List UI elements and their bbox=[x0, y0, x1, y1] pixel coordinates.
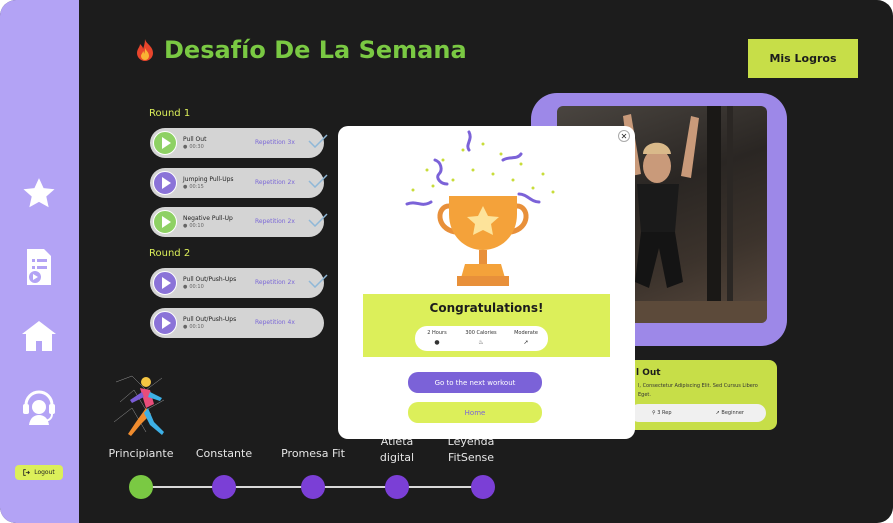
page-title-text: Desafío De La Semana bbox=[164, 36, 467, 64]
check-icon bbox=[308, 134, 328, 148]
next-workout-button[interactable]: Go to the next workout bbox=[408, 372, 542, 393]
stat-duration: 2 Hours ● bbox=[417, 330, 457, 346]
play-icon[interactable] bbox=[153, 271, 177, 295]
reps-tag: ⚲ 3 Rep bbox=[652, 410, 672, 416]
exercise-name: Pull Out/Push-Ups bbox=[183, 316, 237, 323]
exercise-time: 00:15 bbox=[183, 184, 203, 190]
level-dot-atleta-digital[interactable] bbox=[385, 475, 409, 499]
stat-calories: 300 Calories ♨ bbox=[459, 330, 503, 346]
congratulations-modal: ✕ Congratulations! 2 Hours ● 300 Calorie… bbox=[338, 126, 635, 439]
running-icon: ➚ bbox=[715, 410, 720, 416]
check-icon bbox=[308, 174, 328, 188]
close-icon[interactable]: ✕ bbox=[618, 130, 630, 142]
level-label: Promesa Fit bbox=[281, 447, 345, 460]
star-icon[interactable] bbox=[18, 173, 60, 215]
info-card-description: l, Consectetur Adipiscing Elit. Sed Curs… bbox=[638, 383, 758, 398]
info-card-title: l Out bbox=[636, 368, 661, 378]
document-play-icon[interactable] bbox=[18, 246, 60, 288]
congratulations-title: Congratulations! bbox=[429, 301, 544, 315]
exercise-repetition: Repetition 2x bbox=[255, 279, 295, 286]
exercise-repetition: Repetition 4x bbox=[255, 319, 295, 326]
exercise-repetition: Repetition 3x bbox=[255, 139, 295, 146]
runner-illustration bbox=[113, 375, 165, 436]
clock-icon: ● bbox=[434, 339, 440, 346]
exercise-name: Pull Out/Push-Ups bbox=[183, 276, 237, 283]
running-icon: ➚ bbox=[523, 339, 529, 346]
exercise-item[interactable]: Pull Out/Push-Ups 00:10 Repetition 4x bbox=[150, 308, 324, 338]
stat-intensity-label: Moderate bbox=[514, 330, 538, 336]
play-icon[interactable] bbox=[153, 171, 177, 195]
mis-logros-button[interactable]: Mis Logros bbox=[748, 39, 858, 78]
exercise-item[interactable]: Pull Out 00:30 Repetition 3x bbox=[150, 128, 324, 158]
stat-intensity: Moderate ➚ bbox=[506, 330, 546, 346]
logout-label: Logout bbox=[34, 469, 55, 476]
logout-icon bbox=[23, 469, 31, 476]
home-icon[interactable] bbox=[18, 315, 60, 357]
level-label: Constante bbox=[195, 447, 253, 460]
exercise-repetition: Repetition 2x bbox=[255, 179, 295, 186]
page: Logout Desafío De La Semana Mis Logros R… bbox=[0, 0, 893, 523]
exercise-time: 00:10 bbox=[183, 284, 203, 290]
level-tag: ➚ Beginner bbox=[716, 410, 744, 416]
flame-icon: ♨ bbox=[478, 339, 484, 346]
trophy-illustration bbox=[405, 130, 555, 286]
reps-label: 3 Rep bbox=[657, 410, 672, 416]
exercise-name: Negative Pull-Up bbox=[183, 215, 233, 222]
check-icon bbox=[308, 274, 328, 288]
level-dot-promesa-fit[interactable] bbox=[301, 475, 325, 499]
info-card-tags: ⚲ 3 Rep ➚ Beginner bbox=[630, 404, 766, 422]
exercise-name: Pull Out bbox=[183, 136, 207, 143]
workout-stats: 2 Hours ● 300 Calories ♨ Moderate ➚ bbox=[415, 326, 548, 351]
check-icon bbox=[308, 213, 328, 227]
level-dot-constante[interactable] bbox=[212, 475, 236, 499]
exercise-repetition: Repetition 2x bbox=[255, 218, 295, 225]
play-icon[interactable] bbox=[153, 311, 177, 335]
exercise-time: 00:10 bbox=[183, 324, 203, 330]
stat-duration-label: 2 Hours bbox=[427, 330, 447, 336]
stat-calories-label: 300 Calories bbox=[465, 330, 497, 336]
round-label: Round 2 bbox=[149, 248, 191, 259]
level-label: Beginner bbox=[721, 410, 744, 416]
exercise-item[interactable]: Negative Pull-Up 00:10 Repetition 2x bbox=[150, 207, 324, 237]
page-title: Desafío De La Semana bbox=[134, 36, 467, 64]
round-label: Round 1 bbox=[149, 108, 191, 119]
play-icon[interactable] bbox=[153, 131, 177, 155]
level-dot-leyenda-fitsense[interactable] bbox=[471, 475, 495, 499]
home-button[interactable]: Home bbox=[408, 402, 542, 423]
exercise-time: 00:30 bbox=[183, 144, 203, 150]
level-label: Principiante bbox=[108, 447, 174, 460]
play-icon[interactable] bbox=[153, 210, 177, 234]
exercise-name: Jumping Pull-Ups bbox=[183, 176, 234, 183]
support-headset-icon[interactable] bbox=[18, 386, 60, 428]
congratulations-band: Congratulations! 2 Hours ● 300 Calories … bbox=[363, 294, 610, 357]
exercise-time: 00:10 bbox=[183, 223, 203, 229]
level-dot-principiante[interactable] bbox=[129, 475, 153, 499]
exercise-item[interactable]: Pull Out/Push-Ups 00:10 Repetition 2x bbox=[150, 268, 324, 298]
logout-button[interactable]: Logout bbox=[15, 465, 63, 480]
fire-icon bbox=[137, 39, 153, 61]
exercise-item[interactable]: Jumping Pull-Ups 00:15 Repetition 2x bbox=[150, 168, 324, 198]
dumbbell-icon: ⚲ bbox=[652, 410, 656, 416]
sidebar: Logout bbox=[0, 0, 79, 523]
